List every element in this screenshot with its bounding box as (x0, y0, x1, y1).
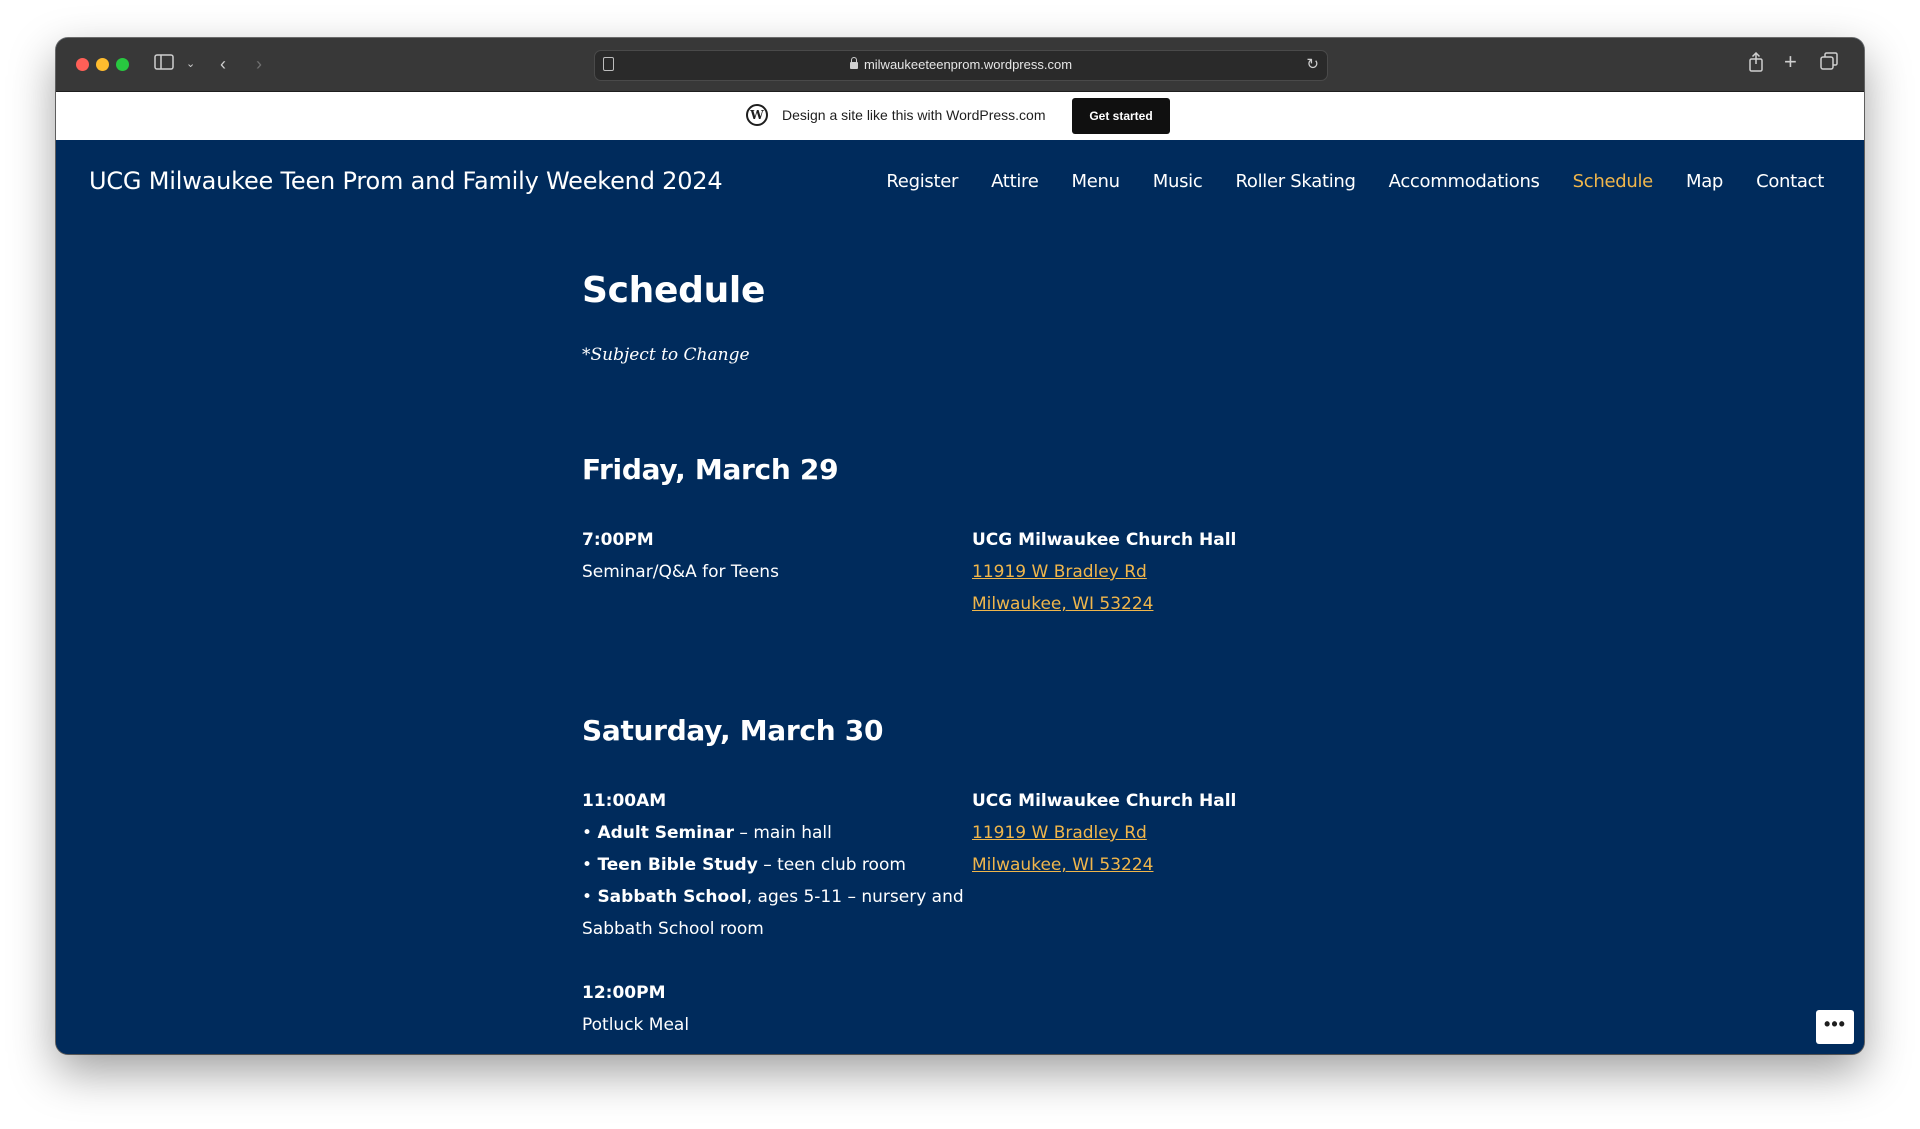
nav-item-schedule[interactable]: Schedule (1573, 171, 1654, 192)
event-location: UCG Milwaukee Church Hall 11919 W Bradle… (972, 524, 1236, 620)
address-link-city[interactable]: Milwaukee, WI 53224 (972, 855, 1153, 875)
wordpress-logo-icon: W (746, 104, 768, 126)
event-details: 7:00PM Seminar/Q&A for Teens (582, 524, 972, 620)
address-bar[interactable]: milwaukeeteenprom.wordpress.com ↻ (594, 50, 1328, 81)
nav-item-attire[interactable]: Attire (991, 171, 1039, 192)
main-nav: Register Attire Menu Music Roller Skatin… (886, 171, 1824, 192)
nav-item-menu[interactable]: Menu (1072, 171, 1121, 192)
event-time: 11:00AM (582, 791, 667, 811)
item-detail: – main hall (734, 823, 832, 843)
item-title: Sabbath School (597, 887, 747, 907)
wordpress-banner-text: Design a site like this with WordPress.c… (782, 107, 1046, 123)
tab-overview-icon[interactable] (1820, 52, 1838, 76)
bullet: • (582, 887, 593, 907)
lock-icon (849, 57, 858, 69)
event-details: 11:00AM • Adult Seminar – main hall • Te… (582, 785, 972, 945)
get-started-button[interactable]: Get started (1072, 98, 1170, 134)
list-item: • Adult Seminar – main hall (582, 817, 972, 849)
day-title-saturday: Saturday, March 30 (582, 714, 884, 747)
more-options-button[interactable]: ••• (1816, 1010, 1854, 1044)
maximize-window-button[interactable] (116, 58, 129, 71)
day-title-friday: Friday, March 29 (582, 453, 839, 486)
minimize-window-button[interactable] (96, 58, 109, 71)
site-area: UCG Milwaukee Teen Prom and Family Weeke… (56, 140, 1864, 1054)
nav-item-map[interactable]: Map (1686, 171, 1723, 192)
address-link-city[interactable]: Milwaukee, WI 53224 (972, 594, 1153, 614)
list-item: • Sabbath School, ages 5-11 – nursery an… (582, 881, 972, 945)
subject-to-change-note: *Subject to Change (582, 345, 750, 365)
item-title: Teen Bible Study (597, 855, 758, 875)
reload-icon[interactable]: ↻ (1306, 55, 1319, 73)
event-description: Seminar/Q&A for Teens (582, 562, 779, 582)
address-link-street[interactable]: 11919 W Bradley Rd (972, 562, 1147, 582)
event-details: 12:00PM Potluck Meal (582, 977, 972, 1041)
page-title: Schedule (582, 270, 766, 311)
event-time: 12:00PM (582, 983, 666, 1003)
wordpress-banner: W Design a site like this with WordPress… (56, 92, 1864, 141)
venue-name: UCG Milwaukee Church Hall (972, 530, 1237, 550)
bullet: • (582, 823, 593, 843)
back-arrow-icon[interactable]: ‹ (220, 52, 226, 76)
page-content: Schedule *Subject to Change Friday, Marc… (582, 270, 1282, 1041)
schedule-row: 7:00PM Seminar/Q&A for Teens UCG Milwauk… (582, 524, 1282, 620)
sidebar-toggle-icon[interactable] (154, 52, 174, 76)
share-icon[interactable] (1748, 51, 1764, 78)
item-detail: – teen club room (757, 855, 906, 875)
site-title[interactable]: UCG Milwaukee Teen Prom and Family Weeke… (89, 167, 723, 195)
nav-item-accommodations[interactable]: Accommodations (1389, 171, 1540, 192)
schedule-row: 11:00AM • Adult Seminar – main hall • Te… (582, 785, 1282, 945)
chevron-down-icon[interactable]: ⌄ (186, 52, 195, 76)
browser-toolbar: ⌄ ‹ › milwaukeeteenprom.wordpress.com ↻ … (56, 38, 1864, 92)
browser-window: ⌄ ‹ › milwaukeeteenprom.wordpress.com ↻ … (56, 38, 1864, 1054)
nav-item-roller-skating[interactable]: Roller Skating (1235, 171, 1355, 192)
event-description: Potluck Meal (582, 1015, 690, 1035)
nav-item-register[interactable]: Register (886, 171, 958, 192)
url-text: milwaukeeteenprom.wordpress.com (863, 57, 1073, 72)
nav-item-music[interactable]: Music (1153, 171, 1203, 192)
venue-name: UCG Milwaukee Church Hall (972, 791, 1237, 811)
nav-item-contact[interactable]: Contact (1756, 171, 1824, 192)
address-link-street[interactable]: 11919 W Bradley Rd (972, 823, 1147, 843)
event-time: 7:00PM (582, 530, 654, 550)
list-item: • Teen Bible Study – teen club room (582, 849, 972, 881)
item-title: Adult Seminar (597, 823, 735, 843)
bullet: • (582, 855, 593, 875)
new-tab-icon[interactable]: + (1784, 50, 1797, 74)
forward-arrow-icon[interactable]: › (256, 52, 262, 76)
event-location: UCG Milwaukee Church Hall 11919 W Bradle… (972, 785, 1236, 945)
close-window-button[interactable] (76, 58, 89, 71)
